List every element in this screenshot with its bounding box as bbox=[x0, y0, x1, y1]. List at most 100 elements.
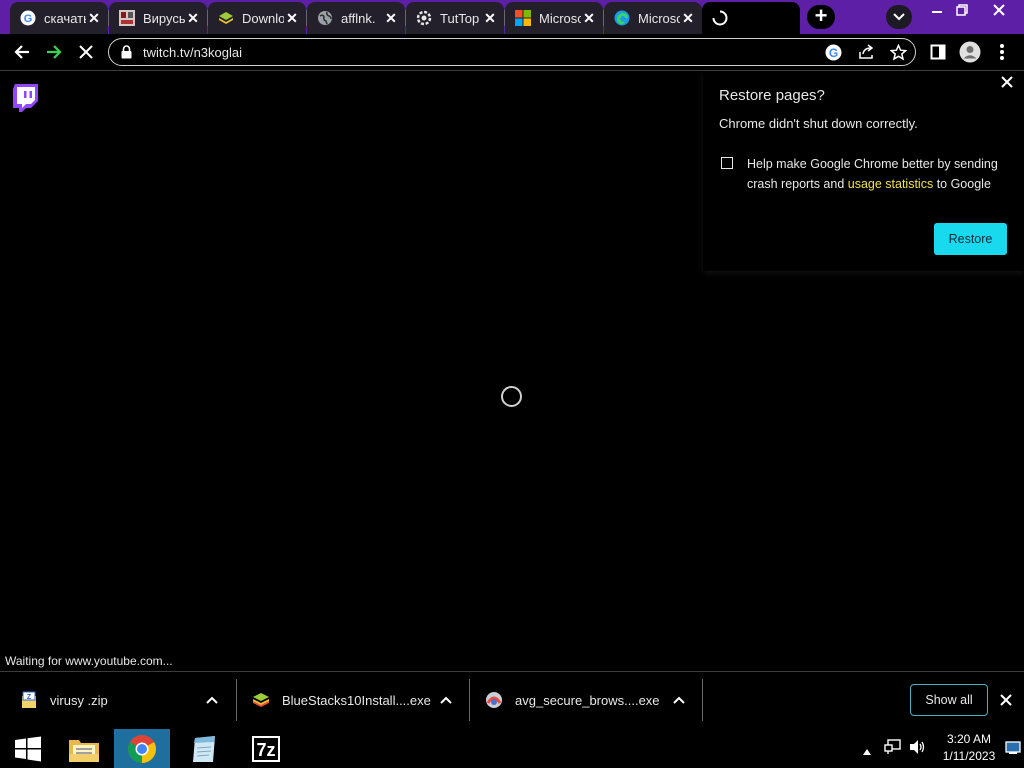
close-window-button[interactable] bbox=[982, 0, 1016, 20]
kebab-menu-icon bbox=[1000, 44, 1004, 60]
notification-icon[interactable] bbox=[1005, 741, 1021, 760]
tab-title: Вирусы bbox=[143, 10, 185, 26]
close-icon bbox=[1001, 76, 1013, 88]
edge-icon bbox=[614, 10, 630, 26]
tab-title: TutTop bbox=[440, 10, 480, 26]
crash-reports-label: Help make Google Chrome better by sendin… bbox=[747, 154, 1007, 194]
crash-reports-text-end: to Google bbox=[933, 177, 991, 191]
tab-7[interactable]: Microsoft ✕ bbox=[604, 2, 702, 34]
chevron-up-icon[interactable] bbox=[438, 692, 454, 708]
download-separator bbox=[469, 679, 470, 721]
download-filename: avg_secure_brows....exe bbox=[515, 692, 660, 708]
back-button[interactable] bbox=[10, 40, 34, 64]
taskbar-chrome[interactable] bbox=[114, 729, 170, 768]
tab-3[interactable]: Download ✕ bbox=[208, 2, 306, 34]
close-tab-icon[interactable]: ✕ bbox=[86, 10, 102, 26]
forward-button[interactable] bbox=[42, 40, 66, 64]
close-tab-icon[interactable]: ✕ bbox=[482, 10, 498, 26]
dialog-title: Restore pages? bbox=[719, 87, 825, 104]
close-tab-icon[interactable]: ✕ bbox=[383, 10, 399, 26]
tab-strip: G скачать ✕ Вирусы ✕ Download ✕ afflnk. … bbox=[0, 0, 1024, 34]
avatar-icon bbox=[959, 41, 981, 63]
svg-text:Z: Z bbox=[27, 694, 32, 701]
taskbar-file-explorer[interactable] bbox=[56, 729, 112, 768]
taskbar-notepad[interactable] bbox=[176, 729, 232, 768]
side-panel-icon bbox=[930, 44, 946, 60]
chevron-up-icon[interactable] bbox=[204, 692, 220, 708]
avg-icon bbox=[486, 692, 502, 708]
bluestacks-icon bbox=[253, 693, 269, 707]
show-hidden-icons-icon[interactable] bbox=[862, 743, 872, 761]
download-separator bbox=[702, 679, 703, 721]
restore-window-button[interactable] bbox=[945, 0, 979, 20]
download-bar: Z virusy .zip BlueStacks10Install....exe… bbox=[0, 671, 1024, 729]
chevron-up-icon[interactable] bbox=[671, 692, 687, 708]
tab-6[interactable]: Microsoft ✕ bbox=[505, 2, 603, 34]
google-lens-icon[interactable]: G bbox=[825, 44, 842, 66]
menu-button[interactable] bbox=[990, 40, 1014, 64]
download-filename: BlueStacks10Install....exe bbox=[282, 692, 431, 708]
clock-date: 1/11/2023 bbox=[942, 749, 996, 763]
svg-text:7z: 7z bbox=[256, 740, 275, 760]
close-tab-icon[interactable]: ✕ bbox=[185, 10, 201, 26]
new-tab-button[interactable]: + bbox=[807, 5, 835, 29]
profile-button[interactable] bbox=[958, 40, 982, 64]
minimize-icon bbox=[932, 11, 942, 13]
restore-button[interactable]: Restore bbox=[934, 223, 1007, 255]
chevron-down-icon bbox=[893, 13, 905, 21]
crash-reports-checkbox[interactable] bbox=[721, 157, 733, 169]
close-dialog-button[interactable] bbox=[999, 74, 1015, 90]
svg-text:G: G bbox=[829, 46, 838, 60]
tab-title: Microsoft bbox=[638, 10, 680, 26]
tab-title: afflnk. bbox=[341, 10, 376, 26]
arrow-left-icon bbox=[14, 45, 29, 59]
tab-1[interactable]: G скачать ✕ bbox=[10, 2, 108, 34]
microsoft-icon bbox=[515, 10, 531, 26]
url-text[interactable]: twitch.tv/n3koglai bbox=[143, 45, 242, 60]
download-item-3[interactable]: avg_secure_brows....exe bbox=[485, 672, 695, 728]
close-tab-icon[interactable]: ✕ bbox=[581, 10, 597, 26]
download-item-1[interactable]: Z virusy .zip bbox=[20, 672, 230, 728]
browser-toolbar: twitch.tv/n3koglai G bbox=[0, 34, 1024, 70]
tab-8-active[interactable] bbox=[702, 2, 800, 34]
close-tab-icon[interactable]: ✕ bbox=[284, 10, 300, 26]
start-icon bbox=[15, 736, 41, 761]
twitch-logo-icon[interactable] bbox=[13, 84, 38, 117]
tab-5[interactable]: TutTop ✕ bbox=[406, 2, 504, 34]
loading-spinner bbox=[501, 386, 522, 407]
usage-statistics-link[interactable]: usage statistics bbox=[848, 177, 933, 191]
google-icon: G bbox=[20, 10, 36, 26]
show-all-button[interactable]: Show all bbox=[910, 684, 988, 716]
zip-file-icon: Z bbox=[22, 691, 36, 708]
start-button[interactable] bbox=[0, 729, 56, 768]
address-bar[interactable]: twitch.tv/n3koglai G bbox=[108, 38, 916, 66]
volume-icon[interactable] bbox=[909, 739, 927, 760]
close-icon bbox=[1000, 694, 1012, 706]
tab-title: скачать bbox=[44, 10, 86, 26]
dialog-message: Chrome didn't shut down correctly. bbox=[719, 116, 918, 131]
tab-title: Microsoft bbox=[539, 10, 581, 26]
tab-4[interactable]: afflnk. ✕ bbox=[307, 2, 405, 34]
chrome-icon bbox=[128, 734, 156, 763]
network-icon[interactable] bbox=[884, 739, 902, 760]
taskbar-7zip[interactable]: 7z bbox=[238, 729, 294, 768]
stop-loading-button[interactable] bbox=[74, 40, 98, 64]
lock-icon[interactable] bbox=[121, 45, 132, 64]
arrow-right-icon bbox=[47, 45, 62, 59]
download-item-2[interactable]: BlueStacks10Install....exe bbox=[252, 672, 462, 728]
tab-2[interactable]: Вирусы ✕ bbox=[109, 2, 207, 34]
close-icon bbox=[993, 4, 1005, 16]
close-tab-icon[interactable]: ✕ bbox=[680, 10, 696, 26]
notepad-icon bbox=[193, 735, 215, 762]
close-download-bar-button[interactable] bbox=[998, 692, 1014, 708]
download-separator bbox=[236, 679, 237, 721]
stack-icon bbox=[218, 10, 234, 26]
taskbar-clock[interactable]: 3:20 AM 1/11/2023 bbox=[938, 731, 1000, 765]
side-panel-button[interactable] bbox=[926, 40, 950, 64]
restore-window-icon bbox=[956, 4, 968, 16]
file-explorer-icon bbox=[69, 739, 99, 762]
share-icon[interactable] bbox=[858, 44, 876, 65]
bookmark-star-icon[interactable] bbox=[889, 43, 908, 66]
taskbar: 7z 3:20 AM 1/11/2023 bbox=[0, 729, 1024, 768]
tab-search-button[interactable] bbox=[886, 5, 912, 29]
